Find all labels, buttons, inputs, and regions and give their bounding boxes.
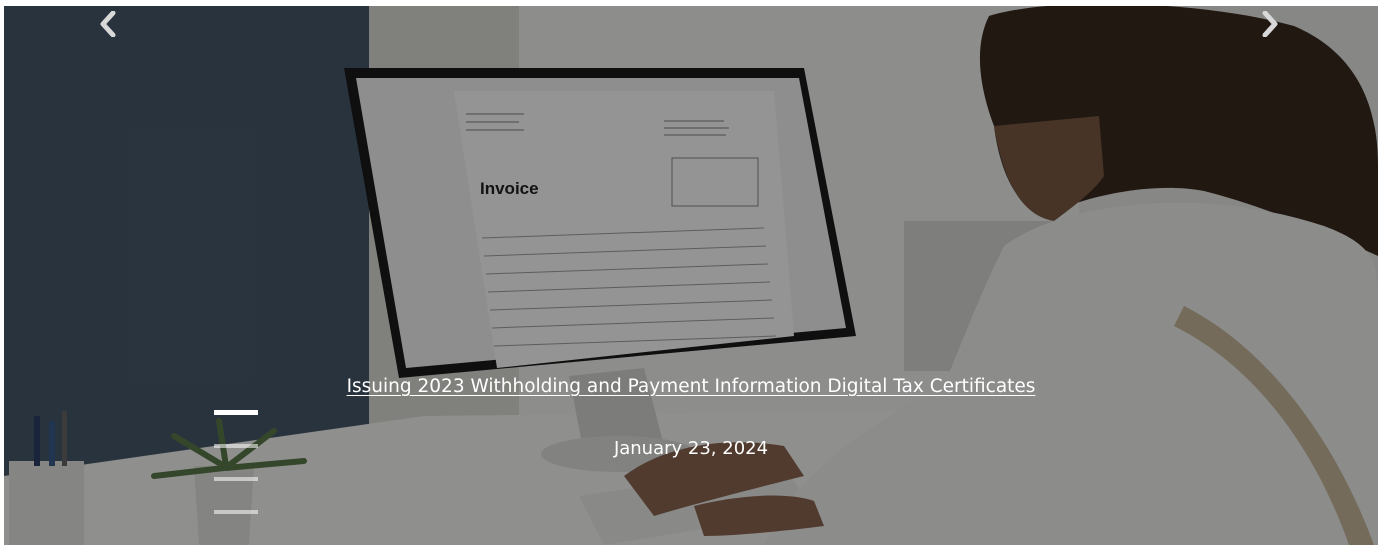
carousel-indicator-2[interactable]	[214, 444, 258, 448]
carousel-prev-button[interactable]	[88, 6, 128, 42]
chevron-left-icon	[100, 11, 116, 37]
slide-date: January 23, 2024	[613, 438, 769, 459]
chevron-right-icon	[1262, 11, 1278, 37]
carousel-next-button[interactable]	[1250, 6, 1290, 42]
news-carousel: Invoice Issuing 2023 Withholding and Pay…	[0, 0, 1382, 545]
slide-title-link[interactable]: Issuing 2023 Withholding and Payment Inf…	[0, 376, 1382, 397]
slide-background-photo: Invoice	[4, 6, 1378, 545]
carousel-indicator-1[interactable]	[214, 410, 258, 415]
carousel-indicators	[214, 410, 258, 543]
slide-frame: Invoice	[4, 6, 1378, 545]
invoice-heading: Invoice	[480, 179, 539, 198]
carousel-indicator-4[interactable]	[214, 510, 258, 514]
carousel-indicator-3[interactable]	[214, 477, 258, 481]
